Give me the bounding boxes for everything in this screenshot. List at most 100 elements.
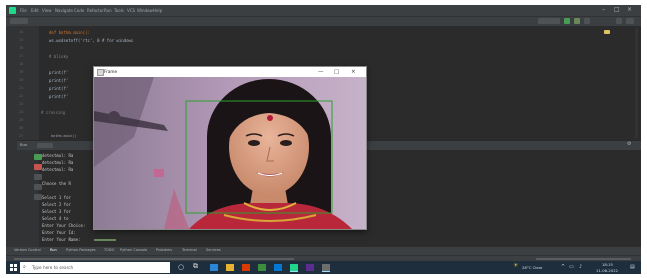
coverage-icon[interactable] xyxy=(584,18,590,24)
menu-navigate[interactable]: Navigate xyxy=(55,6,73,15)
run-config-tab[interactable] xyxy=(37,143,53,148)
notification-icon[interactable]: ▤ xyxy=(630,264,635,270)
menu-run[interactable]: Run xyxy=(104,6,112,15)
settings-icon[interactable]: ⚙ xyxy=(627,141,631,147)
search-placeholder: Type here to search xyxy=(32,265,74,270)
code-comment: # crossing xyxy=(41,110,66,115)
run-tab-label[interactable]: Run xyxy=(20,142,27,147)
clock-date[interactable]: 11-06-2022 xyxy=(596,268,618,273)
close-icon[interactable]: × xyxy=(627,5,632,15)
breadcrumb[interactable]: bothm.main() xyxy=(51,134,76,138)
clock-time[interactable]: 18:15 xyxy=(602,262,613,267)
tab-todo[interactable]: TODO xyxy=(104,248,114,252)
maximize-icon[interactable]: □ xyxy=(334,67,339,77)
frame-window-taskbar-icon[interactable] xyxy=(322,264,330,272)
scroll-icon[interactable] xyxy=(34,194,42,200)
tab-services[interactable]: Services xyxy=(206,248,221,252)
toolbar xyxy=(6,16,641,26)
code-line: print(f' xyxy=(49,86,69,91)
debug-icon[interactable] xyxy=(574,18,580,24)
console-line: detectmul: Ra xyxy=(42,160,74,165)
mail-icon[interactable] xyxy=(274,264,282,271)
search-icon: ⌕ xyxy=(23,264,26,270)
file-explorer-icon[interactable] xyxy=(226,264,234,271)
menu-edit[interactable]: Edit xyxy=(31,6,39,15)
pin-icon[interactable] xyxy=(34,174,42,180)
console-prompt: Enter Your Name: xyxy=(42,237,81,242)
taskbar-search-box[interactable]: ⌕ Type here to search xyxy=(20,262,170,273)
chrome-icon[interactable] xyxy=(258,264,266,271)
windows-taskbar: ⌕ Type here to search ○ ⧉ ☀ 28°C Clear ^… xyxy=(6,261,641,274)
menu-window[interactable]: Window xyxy=(137,6,153,15)
line-number: 16 xyxy=(19,46,24,50)
tab-python-console[interactable]: Python Console xyxy=(120,248,147,252)
input-cursor[interactable] xyxy=(94,239,116,241)
weather-text[interactable]: 28°C Clear xyxy=(522,265,543,270)
status-message xyxy=(14,258,294,260)
tab-python-packages[interactable]: Python Packages xyxy=(66,248,96,252)
app-icon[interactable] xyxy=(306,264,314,271)
menu-code[interactable]: Code xyxy=(74,6,84,15)
pycharm-taskbar-icon[interactable] xyxy=(290,264,298,272)
menu-help[interactable]: Help xyxy=(153,6,162,15)
console-line: Select 2 for xyxy=(42,202,71,207)
console-line: Choose the R xyxy=(42,181,71,186)
run-config-selector[interactable] xyxy=(538,18,560,24)
cortana-icon[interactable]: ○ xyxy=(178,263,184,271)
settings-icon[interactable] xyxy=(626,18,634,24)
edge-icon[interactable] xyxy=(210,264,218,271)
menu-view[interactable]: View xyxy=(42,6,52,15)
webcam-video-frame xyxy=(94,77,366,229)
code-line: print(f' xyxy=(49,78,69,83)
menu-tools[interactable]: Tools xyxy=(114,6,124,15)
volume-icon[interactable]: ♪ xyxy=(579,264,582,270)
warning-icon[interactable] xyxy=(604,30,610,34)
line-number: 27 xyxy=(19,134,24,138)
console-line: Select 3 for xyxy=(42,209,71,214)
console-line: detectmul: Ra xyxy=(42,167,74,172)
desktop-screen: File Edit View Navigate Code Refactor Ru… xyxy=(6,5,641,274)
pycharm-icon xyxy=(9,7,16,14)
maximize-icon[interactable]: □ xyxy=(614,5,620,15)
line-number: 25 xyxy=(19,118,24,122)
console-line: detectmul: Ra xyxy=(42,153,74,158)
line-number: 15 xyxy=(19,38,24,42)
code-line: def bothm.main(): xyxy=(49,30,90,35)
console-line: Select 4 to xyxy=(42,216,69,221)
project-breadcrumb[interactable] xyxy=(10,18,28,24)
console-line: Enter Your Id: xyxy=(42,230,76,235)
code-line: ws.wsdsetoff('rtc', 0 # for windows xyxy=(49,38,134,43)
minimize-icon[interactable]: — xyxy=(318,67,324,77)
line-number: 23 xyxy=(19,102,24,106)
menu-file[interactable]: File xyxy=(20,6,27,15)
console-line: Enter Your Choice: xyxy=(42,223,86,228)
store-icon[interactable] xyxy=(242,264,250,271)
line-number: 19 xyxy=(19,70,24,74)
task-view-icon[interactable]: ⧉ xyxy=(193,262,198,271)
editor-scrollbar[interactable] xyxy=(635,28,638,138)
tab-problems[interactable]: Problems xyxy=(156,248,172,252)
tab-terminal[interactable]: Terminal xyxy=(182,248,197,252)
console-line: Select 1 for xyxy=(42,195,71,200)
close-icon[interactable]: × xyxy=(351,67,356,77)
search-icon[interactable] xyxy=(616,18,622,24)
run-icon[interactable] xyxy=(564,18,570,24)
windows-start-icon[interactable] xyxy=(10,264,17,271)
stop-icon[interactable] xyxy=(34,164,42,170)
menu-vcs[interactable]: VCS xyxy=(127,6,135,15)
network-icon[interactable]: ▭ xyxy=(569,264,574,270)
line-number: 20 xyxy=(19,78,24,82)
menu-refactor[interactable]: Refactor xyxy=(87,6,104,15)
tray-chevron-icon[interactable]: ^ xyxy=(561,264,565,270)
tab-version-control[interactable]: Version Control xyxy=(14,248,41,252)
tool-window-tabs: Version Control Run Python Packages TODO… xyxy=(6,247,641,255)
code-line: print(f' xyxy=(49,94,69,99)
line-number: 17 xyxy=(19,54,24,58)
wrap-icon[interactable] xyxy=(34,184,42,190)
webcam-image xyxy=(94,77,366,229)
rerun-icon[interactable] xyxy=(34,154,42,160)
tab-run[interactable]: Run xyxy=(50,248,57,252)
minimize-icon[interactable]: – xyxy=(602,5,605,15)
camera-frame-window[interactable]: Frame — □ × xyxy=(93,66,367,230)
camera-window-titlebar[interactable]: Frame — □ × xyxy=(94,67,366,77)
